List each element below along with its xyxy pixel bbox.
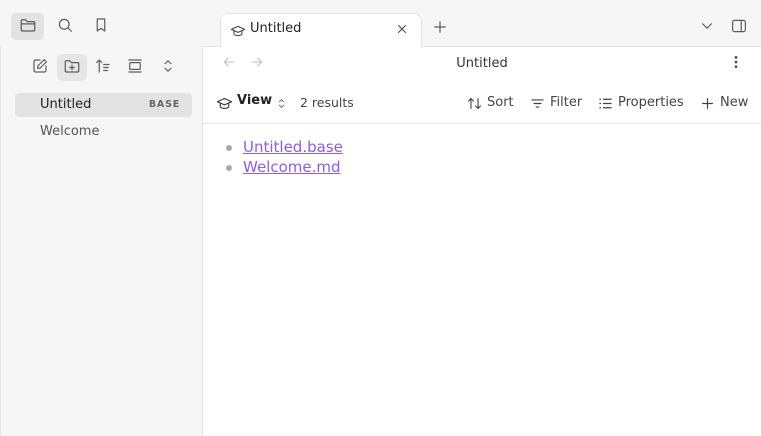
main-view: Untitled View 2 results Sort Filter Prop… (203, 47, 761, 436)
file-type-badge: BASE (148, 99, 180, 110)
expand-icon (159, 57, 177, 79)
files-button[interactable] (11, 13, 44, 40)
sort-label: Sort (487, 95, 514, 110)
expand-button[interactable] (154, 54, 181, 81)
file-label: Untitled (40, 97, 92, 112)
files-icon (19, 16, 37, 38)
new-button[interactable]: New (698, 92, 750, 114)
filter-icon (528, 94, 546, 112)
toolbar-divider (203, 123, 761, 124)
view-label: View (237, 93, 273, 108)
file-item-welcome[interactable]: Welcome (15, 120, 192, 144)
more-options-button[interactable] (725, 53, 747, 75)
new-label: New (720, 95, 749, 110)
sort-button[interactable]: Sort (465, 92, 515, 114)
file-item-untitled[interactable]: Untitled BASE (15, 93, 192, 117)
filter-button[interactable]: Filter (528, 92, 584, 114)
result-link-untitled-base[interactable]: Untitled.base (243, 138, 343, 156)
bookmarks-button[interactable] (87, 13, 115, 40)
base-icon (215, 94, 233, 112)
sort-icon (94, 57, 112, 79)
properties-label: Properties (618, 95, 684, 110)
more-icon (728, 54, 744, 74)
file-label: Welcome (40, 124, 100, 139)
updown-icon (274, 96, 288, 110)
new-folder-icon (63, 57, 81, 79)
plus-icon (698, 94, 716, 112)
new-folder-button[interactable] (57, 54, 87, 81)
sidebar-toggle-icon (730, 17, 748, 39)
view-selector[interactable]: View (214, 92, 292, 114)
search-icon (56, 16, 74, 38)
new-note-icon (31, 57, 49, 79)
properties-button[interactable]: Properties (596, 92, 686, 114)
sort-button[interactable] (89, 54, 116, 81)
new-tab-button[interactable] (426, 15, 453, 42)
collapse-button[interactable] (121, 54, 148, 81)
right-sidebar-toggle[interactable] (725, 14, 753, 42)
sort-icon (465, 94, 483, 112)
tab-untitled[interactable]: Untitled (220, 13, 422, 48)
search-button[interactable] (51, 13, 79, 40)
list-item: Untitled.base (225, 138, 343, 158)
chevron-down-icon (698, 17, 716, 39)
bookmark-icon (92, 16, 110, 38)
results-count: 2 results (300, 95, 354, 110)
view-title: Untitled (456, 56, 508, 71)
list-item: Welcome.md (225, 158, 343, 178)
collapse-icon (126, 57, 144, 79)
tab-title: Untitled (250, 21, 302, 36)
results-list: Untitled.base Welcome.md (225, 138, 343, 178)
properties-icon (596, 94, 614, 112)
sidebar-header (0, 0, 203, 47)
base-icon (230, 23, 246, 39)
tab-list-button[interactable] (694, 15, 720, 41)
file-explorer: Untitled BASE Welcome (0, 47, 203, 436)
plus-icon (431, 18, 449, 40)
new-note-button[interactable] (26, 54, 53, 81)
close-icon[interactable] (395, 22, 413, 40)
result-link-welcome-md[interactable]: Welcome.md (243, 158, 341, 176)
filter-label: Filter (550, 95, 583, 110)
